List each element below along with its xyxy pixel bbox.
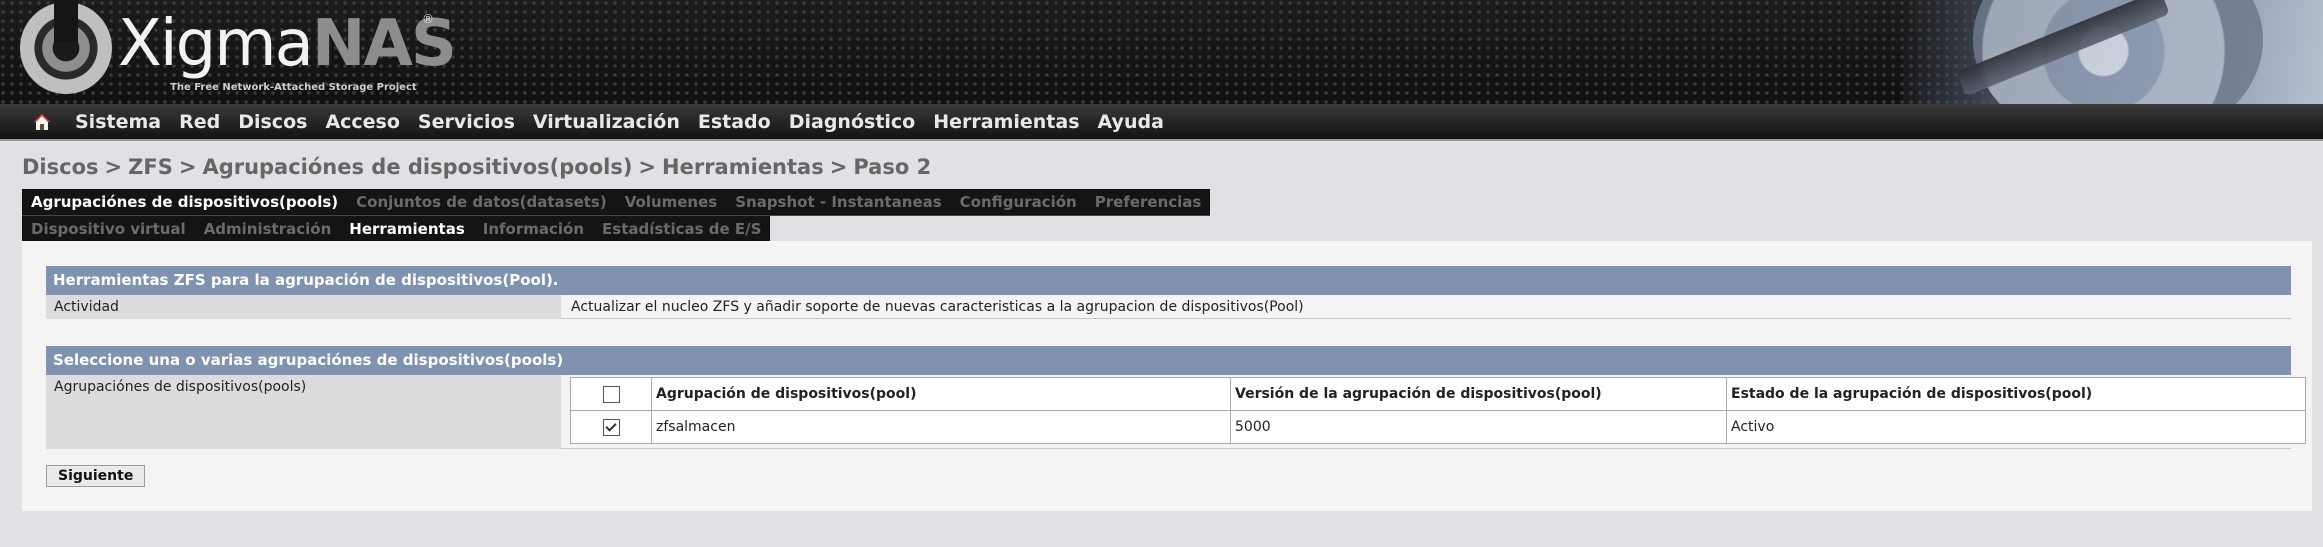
row-select-cell (570, 410, 652, 444)
tab-snapshots[interactable]: Snapshot - Instantaneas (726, 193, 950, 211)
activity-value: Actualizar el nucleo ZFS y añadir soport… (561, 295, 2291, 319)
tab-virtual-device[interactable]: Dispositivo virtual (22, 220, 195, 238)
breadcrumb-item[interactable]: Herramientas (662, 155, 824, 179)
nav-sistema[interactable]: Sistema (66, 111, 170, 133)
logo-main-text: Xigma (118, 7, 314, 81)
table-header-row: Agrupación de dispositivos(pool) Versión… (570, 377, 2306, 411)
tab-volumes[interactable]: Volumenes (616, 193, 727, 211)
tab-configuration[interactable]: Configuración (951, 193, 1086, 211)
breadcrumb-item[interactable]: Discos (22, 155, 99, 179)
tab-io-statistics[interactable]: Estadísticas de E/S (593, 220, 770, 238)
pool-version-cell: 5000 (1230, 410, 1727, 444)
registered-mark: ® (422, 12, 434, 26)
column-header-pool: Agrupación de dispositivos(pool) (651, 377, 1231, 411)
breadcrumb: Discos > ZFS > Agrupaciónes de dispositivos(… (22, 155, 2323, 179)
nav-discos[interactable]: Discos (229, 111, 316, 133)
nav-virtualizacion[interactable]: Virtualización (524, 111, 689, 133)
select-all-checkbox[interactable] (602, 385, 620, 403)
nav-ayuda[interactable]: Ayuda (1089, 111, 1173, 133)
breadcrumb-separator: > (178, 155, 197, 179)
column-header-version: Versión de la agrupación de dispositivos… (1230, 377, 1727, 411)
breadcrumb-current: Paso 2 (853, 155, 932, 179)
breadcrumb-separator: > (104, 155, 123, 179)
primary-tabs: Agrupaciónes de dispositivos(pools) Conj… (22, 189, 1211, 216)
section-tools-title: Herramientas ZFS para la agrupación de d… (46, 266, 2291, 295)
logo: XigmaNAS (118, 4, 457, 84)
pool-name-cell: zfsalmacen (651, 410, 1231, 444)
nav-estado[interactable]: Estado (689, 111, 780, 133)
select-all-cell (570, 377, 652, 411)
tab-datasets[interactable]: Conjuntos de datos(datasets) (347, 193, 616, 211)
table-row: zfsalmacen 5000 Activo (570, 410, 2306, 444)
breadcrumb-item[interactable]: ZFS (128, 155, 173, 179)
tab-tools[interactable]: Herramientas (340, 220, 474, 238)
content-panel: Herramientas ZFS para la agrupación de d… (22, 241, 2312, 511)
tab-information[interactable]: Información (474, 220, 593, 238)
tab-preferences[interactable]: Preferencias (1086, 193, 1211, 211)
header-hard-disk-image (1903, 0, 2323, 104)
activity-label: Actividad (46, 295, 561, 319)
nav-red[interactable]: Red (170, 111, 229, 133)
tab-administration[interactable]: Administración (195, 220, 341, 238)
section-pools-title: Seleccione una o varias agrupaciónes de … (46, 346, 2291, 375)
breadcrumb-separator: > (638, 155, 657, 179)
pools-table: Agrupación de dispositivos(pool) Versión… (570, 377, 2306, 444)
header-banner: XigmaNAS ® The Free Network-Attached Sto… (0, 0, 2323, 104)
nav-acceso[interactable]: Acceso (316, 111, 408, 133)
next-button[interactable]: Siguiente (46, 465, 146, 487)
column-header-state: Estado de la agrupación de dispositivos(… (1726, 377, 2306, 411)
row-checkbox[interactable] (602, 418, 620, 436)
main-navbar: Sistema Red Discos Acceso Servicios Virt… (0, 104, 2323, 141)
pools-label: Agrupaciónes de dispositivos(pools) (46, 375, 561, 449)
logo-tagline: The Free Network-Attached Storage Projec… (170, 82, 417, 93)
nav-diagnostico[interactable]: Diagnóstico (780, 111, 925, 133)
logo-icon (20, 0, 112, 94)
nav-servicios[interactable]: Servicios (409, 111, 524, 133)
tab-pools[interactable]: Agrupaciónes de dispositivos(pools) (22, 193, 347, 211)
secondary-tabs: Dispositivo virtual Administración Herra… (22, 216, 771, 241)
pool-state-cell: Activo (1726, 410, 2306, 444)
breadcrumb-separator: > (829, 155, 848, 179)
nav-herramientas[interactable]: Herramientas (924, 111, 1088, 133)
breadcrumb-item[interactable]: Agrupaciónes de dispositivos(pools) (202, 155, 632, 179)
home-icon[interactable] (30, 110, 54, 134)
